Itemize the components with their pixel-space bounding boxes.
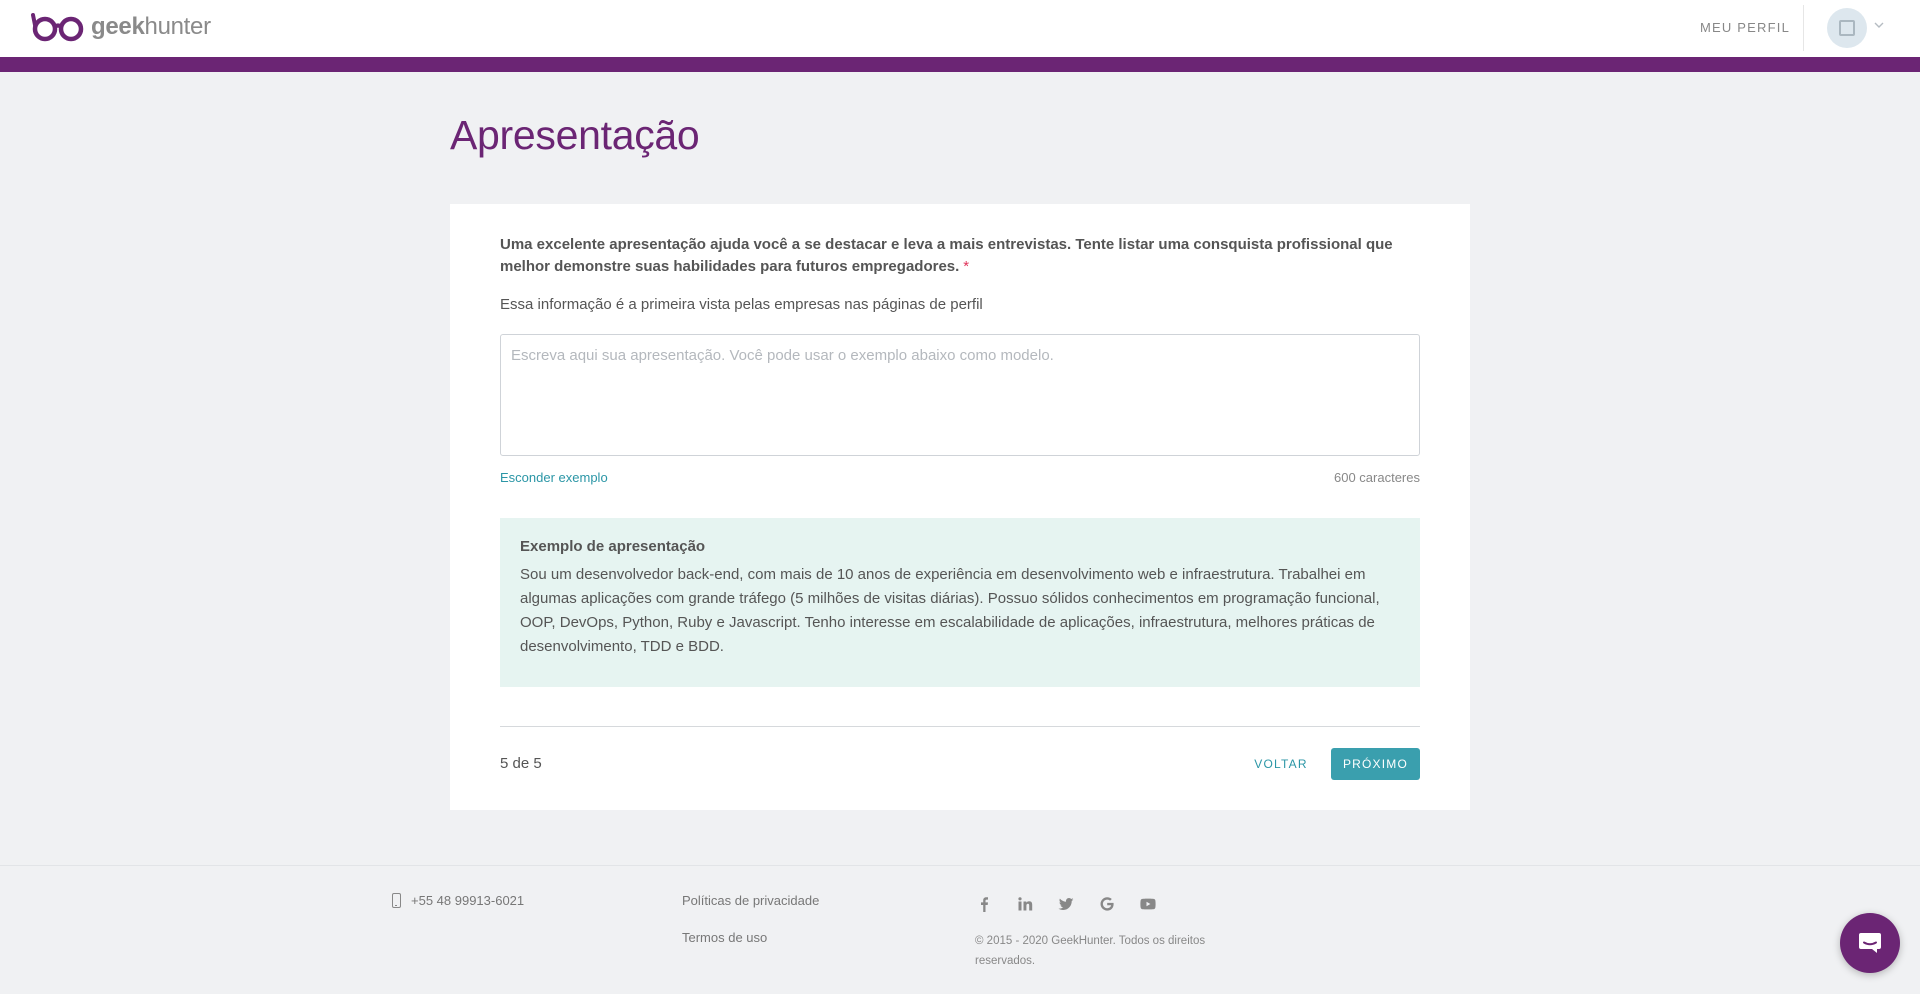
example-title: Exemplo de apresentação bbox=[520, 538, 706, 555]
footer-phone: +55 48 99913-6021 bbox=[392, 893, 524, 908]
brand-bar bbox=[0, 57, 1920, 72]
presentation-card: Uma excelente apresentação ajuda você a … bbox=[450, 204, 1470, 810]
geekhunter-logo[interactable]: geekhunter bbox=[31, 12, 211, 42]
hide-example-link[interactable]: Esconder exemplo bbox=[500, 470, 608, 485]
subtitle-text: Essa informação é a primeira vista pelas… bbox=[500, 296, 983, 313]
presentation-textarea[interactable] bbox=[500, 334, 1420, 456]
social-links bbox=[974, 894, 1157, 913]
avatar[interactable] bbox=[1827, 8, 1867, 48]
step-indicator: 5 de 5 bbox=[500, 755, 542, 772]
page-title: Apresentação bbox=[450, 112, 700, 158]
divider bbox=[500, 726, 1420, 727]
nav-my-profile-link[interactable]: MEU PERFIL bbox=[1700, 20, 1790, 35]
youtube-icon[interactable] bbox=[1138, 894, 1157, 913]
char-counter: 600 caracteres bbox=[1334, 470, 1420, 485]
linkedin-icon[interactable] bbox=[1015, 894, 1034, 913]
logo-glasses-icon bbox=[31, 13, 84, 42]
logo-text: geekhunter bbox=[91, 13, 211, 40]
back-button[interactable]: VOLTAR bbox=[1228, 748, 1334, 780]
footer-divider bbox=[0, 865, 1920, 866]
example-text: Sou um desenvolvedor back-end, com mais … bbox=[520, 566, 1380, 655]
next-button[interactable]: PRÓXIMO bbox=[1331, 748, 1420, 780]
terms-of-use-link[interactable]: Termos de uso bbox=[682, 930, 767, 945]
avatar-placeholder-icon bbox=[1839, 20, 1855, 36]
twitter-icon[interactable] bbox=[1056, 894, 1075, 913]
privacy-policy-link[interactable]: Políticas de privacidade bbox=[682, 893, 819, 908]
phone-icon bbox=[392, 893, 401, 908]
phone-number: +55 48 99913-6021 bbox=[411, 893, 525, 908]
intro-text: Uma excelente apresentação ajuda você a … bbox=[500, 236, 1393, 275]
header-divider bbox=[1803, 5, 1804, 51]
chat-bubble-icon bbox=[1859, 933, 1881, 953]
required-mark: * bbox=[963, 258, 970, 275]
chevron-down-icon[interactable] bbox=[1872, 18, 1886, 32]
chat-button[interactable] bbox=[1840, 913, 1900, 973]
example-box: Exemplo de apresentação Sou um desenvolv… bbox=[500, 518, 1420, 687]
facebook-icon[interactable] bbox=[974, 894, 993, 913]
copyright-text: © 2015 - 2020 GeekHunter. Todos os direi… bbox=[975, 935, 1206, 967]
top-header: geekhunter MEU PERFIL bbox=[0, 0, 1920, 57]
google-icon[interactable] bbox=[1097, 894, 1116, 913]
